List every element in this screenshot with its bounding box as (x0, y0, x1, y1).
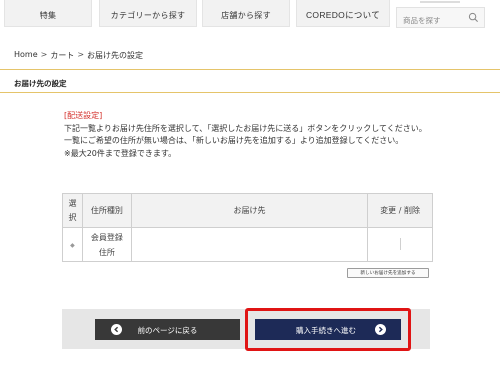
nav-item-store[interactable]: 店舗から探す (202, 0, 290, 27)
page-title: お届け先の設定 (14, 79, 67, 88)
search-box (396, 7, 485, 30)
breadcrumb-cart[interactable]: カート (50, 50, 74, 61)
nav-item-about[interactable]: COREDOについて (296, 0, 390, 27)
edit-cell (367, 227, 433, 262)
section-divider-top (0, 69, 500, 70)
select-radio[interactable]: ◆ (62, 227, 83, 262)
instruction-line: 下記一覧よりお届け先住所を選択して、「選択したお届け先に送る」ボタンをクリックし… (64, 123, 427, 133)
nav-item-label: COREDOについて (305, 10, 381, 20)
header-destination: お届け先 (130, 193, 369, 228)
chevron-left-circle-icon (111, 324, 122, 335)
header-edit: 変更 / 削除 (367, 193, 433, 228)
add-address-button[interactable]: 新しいお届け先を追加する (347, 268, 429, 278)
breadcrumb-home[interactable]: Home (14, 50, 38, 61)
header-select: 選択 (62, 193, 83, 228)
breadcrumb-separator: > (77, 50, 85, 59)
nav-item-label: 特集 (39, 10, 57, 20)
chevron-right-circle-icon (375, 324, 386, 335)
nav-item-category[interactable]: カテゴリーから探す (99, 0, 197, 27)
nav-item-label: 店舗から探す (221, 10, 271, 20)
edit-divider (399, 237, 401, 250)
address-type-label: 会員登録住所 (90, 232, 123, 257)
proceed-button-label: 購入手続きへ進む (296, 326, 356, 335)
instructions: [配送設定] 下記一覧よりお届け先住所を選択して、「選択したお届け先に送る」ボタ… (64, 110, 444, 160)
section-divider-bottom (0, 92, 500, 93)
instruction-line: 一覧にご希望の住所が無い場合は、「新しいお届け先を追加する」より追加登録してくだ… (64, 136, 404, 145)
select-marker: ◆ (70, 242, 75, 249)
instruction-line: ※最大20件まで登録できます。 (64, 148, 177, 158)
search-input[interactable] (397, 11, 467, 30)
proceed-button[interactable]: 購入手続きへ進む (255, 319, 401, 340)
header-select-label: 選択 (68, 198, 77, 222)
header-type: 住所種別 (81, 193, 132, 228)
table-row: ◆ 会員登録住所 (62, 227, 433, 262)
back-button-label: 前のページに戻る (137, 326, 198, 335)
address-table: 選択 住所種別 お届け先 変更 / 削除 ◆ 会員登録住所 (62, 193, 433, 262)
breadcrumb-current: お届け先の設定 (87, 51, 144, 60)
top-navigation: 特集 カテゴリーから探す 店舗から探す COREDOについて (0, 0, 500, 30)
address-type-cell: 会員登録住所 (81, 227, 132, 262)
breadcrumb-separator: > (40, 50, 48, 59)
destination-cell (130, 227, 369, 262)
table-header-row: 選択 住所種別 お届け先 変更 / 削除 (62, 193, 433, 228)
nav-item-label: カテゴリーから探す (110, 10, 186, 20)
search-icon[interactable] (468, 12, 479, 23)
breadcrumb: Home > カート > お届け先の設定 (14, 50, 143, 61)
nav-item-feature[interactable]: 特集 (4, 0, 92, 27)
back-button[interactable]: 前のページに戻る (95, 319, 240, 340)
decorative-divider (420, 1, 460, 3)
notice-heading: [配送設定] (64, 111, 103, 120)
